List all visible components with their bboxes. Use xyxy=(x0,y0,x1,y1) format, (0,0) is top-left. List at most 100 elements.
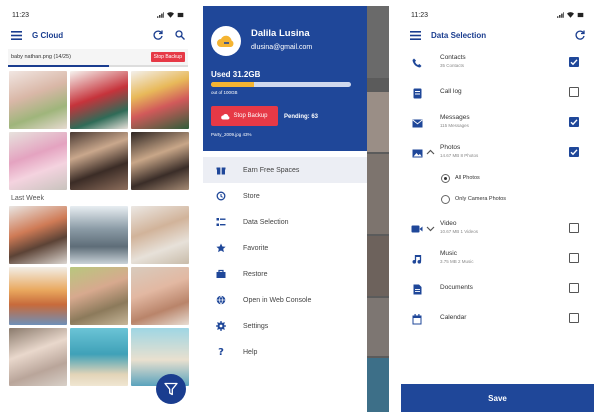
photo-thumbnail[interactable] xyxy=(9,267,67,325)
checkbox-music[interactable] xyxy=(569,253,579,263)
drawer-item-favorite[interactable]: Favorite xyxy=(203,235,367,261)
drawer-item-label: Open in Web Console xyxy=(243,296,312,304)
drawer-item-label: Restore xyxy=(243,270,268,278)
backup-status-row: baby nathan.png (14/25) Stop Backup xyxy=(8,49,188,65)
filter-fab-button[interactable] xyxy=(156,374,186,404)
storage-usage-bar xyxy=(211,82,351,87)
gift-icon xyxy=(215,164,227,176)
photo-thumbnail[interactable] xyxy=(70,206,128,264)
data-row-music[interactable]: Music 3.75 MB 2 Music xyxy=(401,244,594,274)
question-icon: ? xyxy=(218,346,224,358)
cloud-upload-icon xyxy=(221,113,230,119)
signal-icon xyxy=(557,12,564,18)
data-row-photos[interactable]: Photos 14.67 MB 8 Photos xyxy=(401,138,594,168)
save-button[interactable]: Save xyxy=(401,384,594,412)
data-type-list: Contacts 35 Contacts Call log Messages 1… xyxy=(401,46,594,334)
menu-icon[interactable] xyxy=(10,29,22,41)
gallery-screen: 11:23 G Cloud baby nathan.png (14/25) St… xyxy=(2,6,194,412)
document-icon xyxy=(411,283,423,295)
backup-progress-bar xyxy=(8,65,188,67)
data-row-name: Music xyxy=(440,250,457,257)
data-selection-screen: 11:23 Data Selection Contacts 35 Contact… xyxy=(401,6,594,412)
drawer-item-settings[interactable]: Settings xyxy=(203,313,367,339)
current-upload-file: Party_2009.jpg 43% xyxy=(211,132,252,137)
checkbox-call-log[interactable] xyxy=(569,87,579,97)
data-row-name: Messages xyxy=(440,114,470,121)
data-row-sub: 115 Messages xyxy=(440,123,469,128)
drawer-item-label: Help xyxy=(243,348,258,356)
drawer-item-label: Favorite xyxy=(243,244,269,252)
drawer-item-open-web-console[interactable]: Open in Web Console xyxy=(203,287,367,313)
photo-thumbnail[interactable] xyxy=(70,71,128,129)
user-name: Dalila Lusina xyxy=(251,28,310,39)
checkbox-documents[interactable] xyxy=(569,283,579,293)
photo-thumbnail[interactable] xyxy=(70,267,128,325)
chevron-up-icon[interactable] xyxy=(426,148,435,157)
photo-thumbnail[interactable] xyxy=(9,71,67,129)
navigation-drawer-screen: Dalila Lusina dlusina@gmail.com Used 31.… xyxy=(203,6,389,412)
checkbox-photos[interactable] xyxy=(569,147,579,157)
drawer-item-label: Data Selection xyxy=(243,218,289,226)
drawer-item-help[interactable]: ? Help xyxy=(203,339,367,365)
data-row-name: Call log xyxy=(440,88,462,95)
drawer-item-earn-free-spaces[interactable]: Earn Free Spaces xyxy=(203,157,367,183)
data-row-name: Video xyxy=(440,220,457,227)
checkbox-messages[interactable] xyxy=(569,117,579,127)
storage-usage-fill xyxy=(211,82,255,87)
image-icon xyxy=(411,147,423,159)
drawer-item-data-selection[interactable]: Data Selection xyxy=(203,209,367,235)
search-icon[interactable] xyxy=(174,29,186,41)
section-label-last-week: Last Week xyxy=(11,195,44,202)
checkbox-calendar[interactable] xyxy=(569,313,579,323)
data-row-sub: 10.67 MB 1 Videos xyxy=(440,229,478,234)
data-row-sub: 14.67 MB 8 Photos xyxy=(440,153,479,158)
data-row-messages[interactable]: Messages 115 Messages xyxy=(401,108,594,138)
radio-only-camera-photos[interactable]: Only Camera Photos xyxy=(401,189,594,210)
video-icon xyxy=(411,223,423,235)
radio-button[interactable] xyxy=(441,195,450,204)
data-row-call-log[interactable]: Call log xyxy=(401,78,594,108)
filter-icon xyxy=(164,382,178,396)
status-time: 11:23 xyxy=(12,11,29,19)
pending-count: Pending: 63 xyxy=(284,114,319,120)
drawer-scrim[interactable] xyxy=(367,6,389,412)
stop-backup-button[interactable]: Stop Backup xyxy=(150,52,185,62)
drawer-item-store[interactable]: Store xyxy=(203,183,367,209)
status-bar: 11:23 xyxy=(401,6,594,24)
photo-thumbnail[interactable] xyxy=(131,206,189,264)
data-row-contacts[interactable]: Contacts 35 Contacts xyxy=(401,48,594,78)
stop-backup-button[interactable]: Stop Backup xyxy=(211,106,278,126)
photo-grid-last-week xyxy=(2,206,194,386)
photo-thumbnail[interactable] xyxy=(9,328,67,386)
data-row-name: Contacts xyxy=(440,54,466,61)
storage-quota-label: out of 100GB xyxy=(211,90,238,95)
data-row-calendar[interactable]: Calendar xyxy=(401,304,594,334)
menu-icon[interactable] xyxy=(409,29,421,41)
refresh-icon[interactable] xyxy=(574,29,586,41)
drawer-item-restore[interactable]: Restore xyxy=(203,261,367,287)
chevron-down-icon[interactable] xyxy=(426,224,435,233)
data-row-name: Photos xyxy=(440,144,461,151)
photo-thumbnail[interactable] xyxy=(131,71,189,129)
radio-label: All Photos xyxy=(455,175,480,181)
gear-icon xyxy=(215,320,227,332)
radio-button[interactable] xyxy=(441,174,450,183)
data-row-documents[interactable]: Documents xyxy=(401,274,594,304)
photo-thumbnail[interactable] xyxy=(9,132,67,190)
photo-thumbnail[interactable] xyxy=(9,206,67,264)
checkbox-video[interactable] xyxy=(569,223,579,233)
wifi-icon xyxy=(567,12,574,18)
star-icon xyxy=(215,242,227,254)
photo-thumbnail[interactable] xyxy=(70,328,128,386)
refresh-icon[interactable] xyxy=(152,29,164,41)
checkbox-contacts[interactable] xyxy=(569,57,579,67)
photo-thumbnail[interactable] xyxy=(131,267,189,325)
status-time: 11:23 xyxy=(411,11,428,19)
photo-thumbnail[interactable] xyxy=(131,132,189,190)
radio-all-photos[interactable]: All Photos xyxy=(401,168,594,189)
navigation-drawer: Dalila Lusina dlusina@gmail.com Used 31.… xyxy=(203,6,367,412)
data-row-video[interactable]: Video 10.67 MB 1 Videos xyxy=(401,214,594,244)
calendar-icon xyxy=(411,313,423,325)
drawer-menu-list: Earn Free Spaces Store Data Selection Fa… xyxy=(203,151,367,365)
photo-thumbnail[interactable] xyxy=(70,132,128,190)
